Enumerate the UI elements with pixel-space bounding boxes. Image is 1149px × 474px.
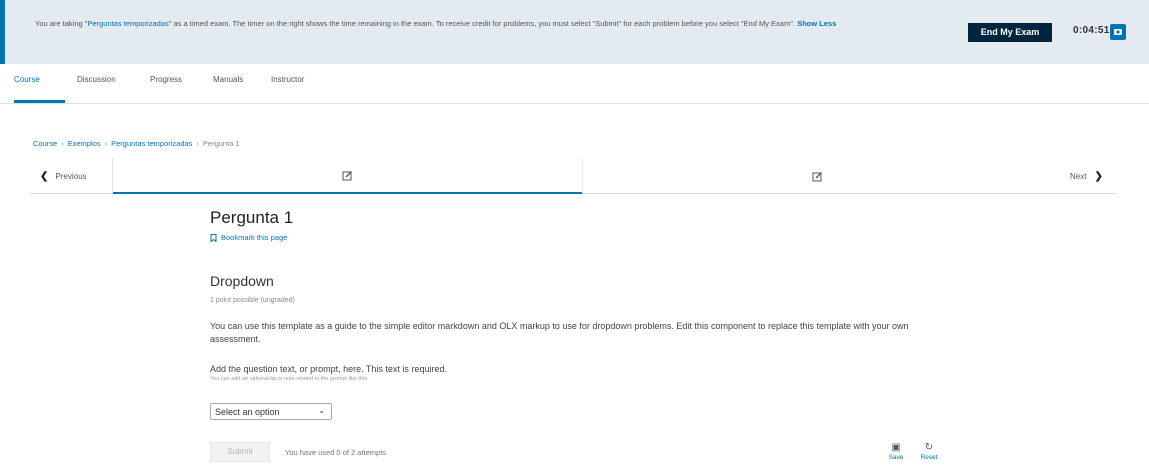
active-tab-indicator bbox=[14, 100, 65, 103]
breadcrumb-course[interactable]: Course bbox=[33, 139, 57, 148]
reset-button[interactable]: ↻ Reset bbox=[915, 442, 943, 461]
tab-manuals[interactable]: Manuals bbox=[213, 75, 243, 84]
breadcrumb-separator: › bbox=[61, 139, 64, 148]
next-label: Next bbox=[1070, 171, 1087, 181]
previous-button[interactable]: ❮ Previous bbox=[40, 158, 87, 194]
banner-message-text: " as a timed exam. The timer on the righ… bbox=[168, 19, 795, 28]
breadcrumb-current: Pergunta 1 bbox=[202, 139, 240, 148]
breadcrumb: Course › Exemplos › Perguntas temporizadas › P… bbox=[33, 139, 240, 148]
sequence-tab-1[interactable] bbox=[112, 158, 582, 194]
points-possible: 1 point possible (ungraded) bbox=[210, 297, 295, 304]
bookmark-icon bbox=[210, 233, 217, 242]
problem-actions: Submit You have used 0 of 2 attempts ▣ S… bbox=[0, 438, 1149, 468]
dropdown-select[interactable]: Select an option ⌄ bbox=[210, 403, 332, 420]
banner-message: You are taking "Perguntas temporizadas" … bbox=[35, 18, 950, 30]
edit-icon bbox=[342, 170, 352, 180]
sequence-tab-2[interactable] bbox=[582, 158, 1052, 194]
problem-description: You can use this template as a guide to … bbox=[210, 321, 909, 344]
bookmark-button[interactable]: Bookmark this page bbox=[210, 233, 287, 242]
tab-instructor[interactable]: Instructor bbox=[271, 75, 304, 84]
tab-course[interactable]: Course bbox=[14, 75, 40, 84]
exam-timer: 0:04:51 bbox=[1073, 25, 1110, 36]
question-hint: You can add an optional tip or note rela… bbox=[210, 376, 369, 382]
chevron-down-icon: ⌄ bbox=[318, 406, 325, 415]
eye-icon bbox=[1114, 29, 1122, 35]
reset-label: Reset bbox=[920, 454, 938, 461]
timed-exam-banner: You are taking "Perguntas temporizadas" … bbox=[0, 0, 1149, 64]
breadcrumb-perguntas[interactable]: Perguntas temporizadas bbox=[111, 139, 192, 148]
question-text: Add the question text, or prompt, here. … bbox=[210, 364, 447, 374]
save-label: Save bbox=[888, 454, 904, 461]
breadcrumb-separator: › bbox=[104, 139, 108, 148]
show-less-link[interactable]: Show Less bbox=[797, 19, 836, 28]
tab-progress[interactable]: Progress bbox=[150, 75, 182, 84]
problem-title: Dropdown bbox=[210, 273, 274, 289]
end-my-exam-button[interactable]: End My Exam bbox=[968, 23, 1052, 42]
tab-discussion[interactable]: Discussion bbox=[77, 75, 116, 84]
previous-label: Previous bbox=[55, 171, 87, 181]
attempts-status: You have used 0 of 2 attempts bbox=[285, 448, 387, 457]
chevron-left-icon: ❮ bbox=[40, 170, 49, 182]
chevron-right-icon: ❯ bbox=[1094, 170, 1103, 182]
breadcrumb-exemplos[interactable]: Exemplos bbox=[68, 139, 101, 148]
select-value: Select an option bbox=[215, 406, 280, 417]
save-button[interactable]: ▣ Save bbox=[882, 442, 910, 461]
edit-icon bbox=[812, 171, 822, 181]
refresh-icon: ↻ bbox=[924, 442, 934, 453]
timer-toggle-button[interactable] bbox=[1110, 24, 1126, 40]
bookmark-label: Bookmark this page bbox=[221, 233, 288, 242]
unit-title: Pergunta 1 bbox=[210, 208, 294, 227]
sequence-nav: ❮ Previous Next ❯ bbox=[30, 158, 1116, 194]
next-button[interactable]: Next ❯ bbox=[1070, 158, 1103, 194]
breadcrumb-separator: › bbox=[196, 139, 199, 148]
banner-message-prefix: You are taking " bbox=[35, 19, 88, 28]
course-tabs: Course Discussion Progress Manuals Instr… bbox=[0, 64, 1149, 104]
submit-button[interactable]: Submit bbox=[210, 442, 270, 462]
save-icon: ▣ bbox=[891, 442, 901, 453]
exam-name-link[interactable]: Perguntas temporizadas bbox=[87, 19, 168, 28]
